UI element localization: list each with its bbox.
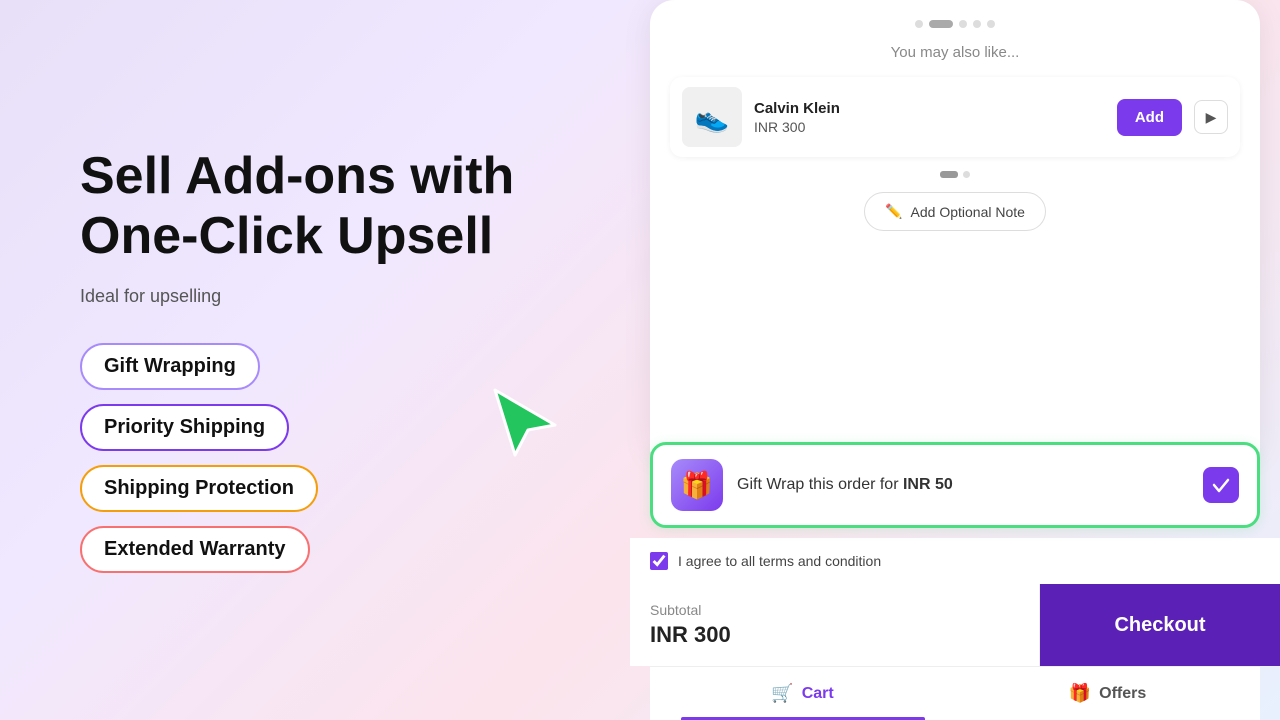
tag-label: Shipping Protection	[104, 477, 294, 500]
product-price: INR 300	[754, 119, 1105, 135]
offers-label: Offers	[1099, 685, 1146, 703]
dot-1	[915, 20, 923, 28]
nav-cart[interactable]: 🛒 Cart	[650, 667, 955, 720]
main-card: You may also like... 👟 Calvin Klein INR …	[650, 0, 1260, 452]
terms-checkbox[interactable]	[650, 552, 668, 570]
terms-text: I agree to all terms and condition	[678, 553, 881, 569]
dot-3	[959, 20, 967, 28]
pagination-dots	[670, 20, 1240, 28]
gift-icon: 🎁	[671, 459, 723, 511]
terms-row: I agree to all terms and condition	[630, 538, 1280, 584]
cursor-arrow	[490, 380, 560, 460]
gift-wrap-price: INR 50	[903, 476, 953, 493]
subtotal-box: Subtotal INR 300	[630, 584, 1040, 666]
tag-label: Priority Shipping	[104, 416, 265, 439]
gift-wrap-prefix: Gift Wrap this order for	[737, 476, 899, 493]
add-note-button[interactable]: ✏️ Add Optional Note	[864, 192, 1046, 231]
tag-label: Gift Wrapping	[104, 355, 236, 378]
subtotal-checkout-row: Subtotal INR 300 Checkout	[630, 584, 1280, 666]
product-row: 👟 Calvin Klein INR 300 Add ▶	[670, 77, 1240, 157]
nav-offers[interactable]: 🎁 Offers	[955, 667, 1260, 720]
next-product-button[interactable]: ▶	[1194, 100, 1228, 134]
cart-label: Cart	[802, 685, 834, 703]
left-panel: Sell Add-ons with One-Click Upsell Ideal…	[0, 0, 630, 720]
gift-wrap-card[interactable]: 🎁 Gift Wrap this order for INR 50	[650, 442, 1260, 528]
pencil-icon: ✏️	[885, 203, 902, 220]
product-image: 👟	[682, 87, 742, 147]
dot-2	[929, 20, 953, 28]
tag-shipping-protection[interactable]: Shipping Protection	[80, 465, 318, 512]
right-panel: You may also like... 👟 Calvin Klein INR …	[630, 0, 1280, 720]
offers-icon: 🎁	[1069, 683, 1091, 704]
small-pagination-dots	[670, 171, 1240, 178]
cart-icon: 🛒	[771, 683, 793, 704]
tag-priority-shipping[interactable]: Priority Shipping	[80, 404, 289, 451]
tag-gift-wrapping[interactable]: Gift Wrapping	[80, 343, 260, 390]
gift-wrap-checkbox[interactable]	[1203, 467, 1239, 503]
main-headline: Sell Add-ons with One-Click Upsell	[80, 147, 550, 267]
dot-5	[987, 20, 995, 28]
tags-list: Gift Wrapping Priority Shipping Shipping…	[80, 343, 550, 573]
small-dot-2	[963, 171, 970, 178]
dot-4	[973, 20, 981, 28]
gift-wrap-text: Gift Wrap this order for INR 50	[737, 476, 1189, 494]
bottom-nav: 🛒 Cart 🎁 Offers	[650, 666, 1260, 720]
add-product-button[interactable]: Add	[1117, 99, 1182, 136]
checkout-button[interactable]: Checkout	[1040, 584, 1280, 666]
add-note-label: Add Optional Note	[911, 204, 1025, 220]
small-dot-1	[940, 171, 958, 178]
subtotal-label: Subtotal	[650, 602, 1019, 618]
product-info: Calvin Klein INR 300	[754, 100, 1105, 135]
tag-extended-warranty[interactable]: Extended Warranty	[80, 526, 310, 573]
subtotal-amount: INR 300	[650, 622, 1019, 648]
product-name: Calvin Klein	[754, 100, 1105, 117]
may-also-like-text: You may also like...	[670, 44, 1240, 61]
tag-label: Extended Warranty	[104, 538, 286, 561]
subtitle: Ideal for upselling	[80, 286, 550, 307]
